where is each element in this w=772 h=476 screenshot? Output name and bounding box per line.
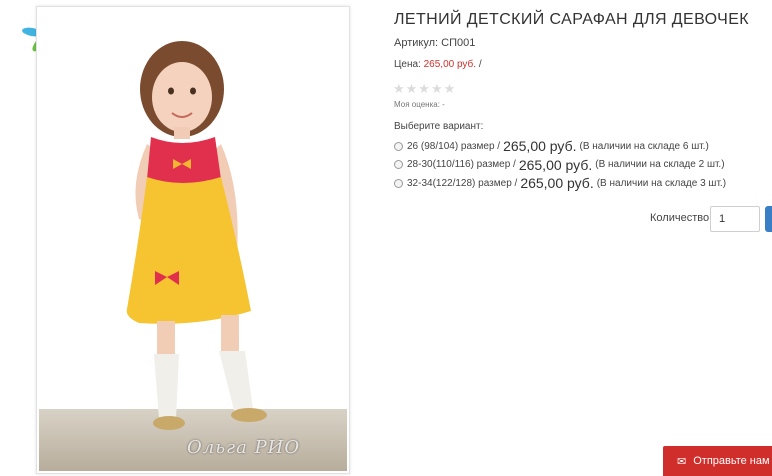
feedback-button[interactable]: ✉ Отправьте нам [663,446,772,476]
quantity-input[interactable] [710,206,760,232]
variant-size: 28-30(110/116) размер / [407,159,516,171]
variant-size: 32-34(122/128) размер / [407,177,518,189]
feedback-label: Отправьте нам [693,455,770,467]
radio-button[interactable] [394,160,403,170]
variant-price: 265,00 руб. [503,138,577,155]
price-row: Цена: 265,00 руб. / [394,59,482,70]
variant-size: 26 (98/104) размер / [407,140,501,152]
variant-option[interactable]: 32-34(122/128) размер / 265,00 руб. (В н… [394,174,726,193]
sku-label: Артикул: [394,37,439,49]
product-image-frame[interactable]: Ольга РИО [36,6,350,474]
price-label: Цена: [394,59,421,70]
add-to-cart-button[interactable] [765,206,772,232]
variant-price: 265,00 руб. [520,175,594,192]
product-title: ЛЕТНИЙ ДЕТСКИЙ САРАФАН ДЛЯ ДЕВОЧЕК [394,11,749,28]
variant-list: 26 (98/104) размер / 265,00 руб. (В нали… [394,137,726,193]
radio-button[interactable] [394,178,403,188]
price-value: 265,00 руб. [423,59,477,70]
rating-stars[interactable]: ★★★★★ [393,81,456,97]
sku-row: Артикул: СП001 [394,37,475,49]
price-suffix: / [478,59,482,70]
variant-stock: (В наличии на складе 3 шт.) [596,177,727,189]
variant-option[interactable]: 28-30(110/116) размер / 265,00 руб. (В н… [394,156,726,175]
sku-value: СП001 [441,37,476,49]
mail-icon: ✉ [677,455,687,468]
variant-stock: (В наличии на складе 2 шт.) [595,159,725,171]
photo-watermark: Ольга РИО [187,437,301,458]
variant-price: 265,00 руб. [518,156,593,173]
my-rating: Моя оценка: - [394,100,445,109]
product-photo[interactable] [39,9,347,471]
quantity-label: Количество [650,212,710,224]
radio-button[interactable] [394,141,403,151]
variant-label: Выберите вариант: [394,121,484,132]
variant-option[interactable]: 26 (98/104) размер / 265,00 руб. (В нали… [394,137,726,156]
variant-stock: (В наличии на складе 6 шт.) [579,140,709,152]
